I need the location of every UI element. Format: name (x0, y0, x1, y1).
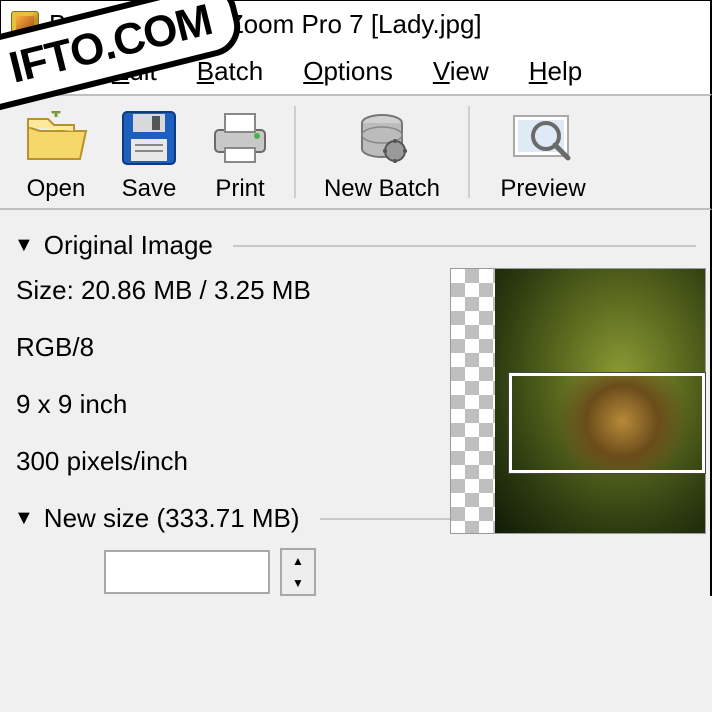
dimensions-text: 9 x 9 inch (16, 389, 446, 420)
batch-icon (353, 103, 411, 173)
collapse-triangle-icon: ▼ (14, 234, 34, 257)
resolution-text: 300 pixels/inch (16, 446, 446, 477)
width-spinner: ▲ ▼ (280, 548, 316, 596)
folder-open-icon (24, 103, 88, 173)
toolbar: Open Save Print (0, 94, 712, 210)
menu-view[interactable]: View (433, 56, 489, 87)
preview-button[interactable]: Preview (478, 97, 608, 207)
toolbar-separator (294, 106, 296, 198)
size-text: Size: 20.86 MB / 3.25 MB (16, 275, 446, 306)
width-down-button[interactable]: ▼ (282, 572, 314, 594)
separator-line (233, 245, 696, 247)
print-button[interactable]: Print (194, 97, 286, 207)
printer-icon (209, 103, 271, 173)
save-label: Save (122, 175, 177, 203)
magnifier-preview-icon (510, 103, 576, 173)
color-mode-text: RGB/8 (16, 332, 446, 363)
original-image-section-header[interactable]: ▼ Original Image (14, 230, 696, 261)
width-input[interactable] (104, 550, 270, 594)
new-size-controls: ▲ ▼ (104, 548, 696, 596)
new-batch-label: New Batch (324, 175, 440, 203)
collapse-triangle-icon: ▼ (14, 507, 34, 530)
menu-batch[interactable]: Batch (197, 56, 264, 87)
save-button[interactable]: Save (104, 97, 194, 207)
menu-options[interactable]: Options (303, 56, 393, 87)
viewport-rectangle[interactable] (509, 373, 705, 473)
image-navigator[interactable] (450, 268, 706, 534)
menu-help[interactable]: Help (529, 56, 582, 87)
new-batch-button[interactable]: New Batch (304, 97, 460, 207)
transparency-checker (451, 269, 497, 533)
original-image-info: Size: 20.86 MB / 3.25 MB RGB/8 9 x 9 inc… (16, 275, 446, 477)
toolbar-separator (468, 106, 470, 198)
new-size-label: New size (333.71 MB) (44, 503, 300, 534)
open-button[interactable]: Open (8, 97, 104, 207)
preview-label: Preview (500, 175, 585, 203)
original-image-label: Original Image (44, 230, 213, 261)
open-label: Open (27, 175, 86, 203)
width-up-button[interactable]: ▲ (282, 550, 314, 572)
print-label: Print (215, 175, 264, 203)
floppy-save-icon (120, 103, 178, 173)
